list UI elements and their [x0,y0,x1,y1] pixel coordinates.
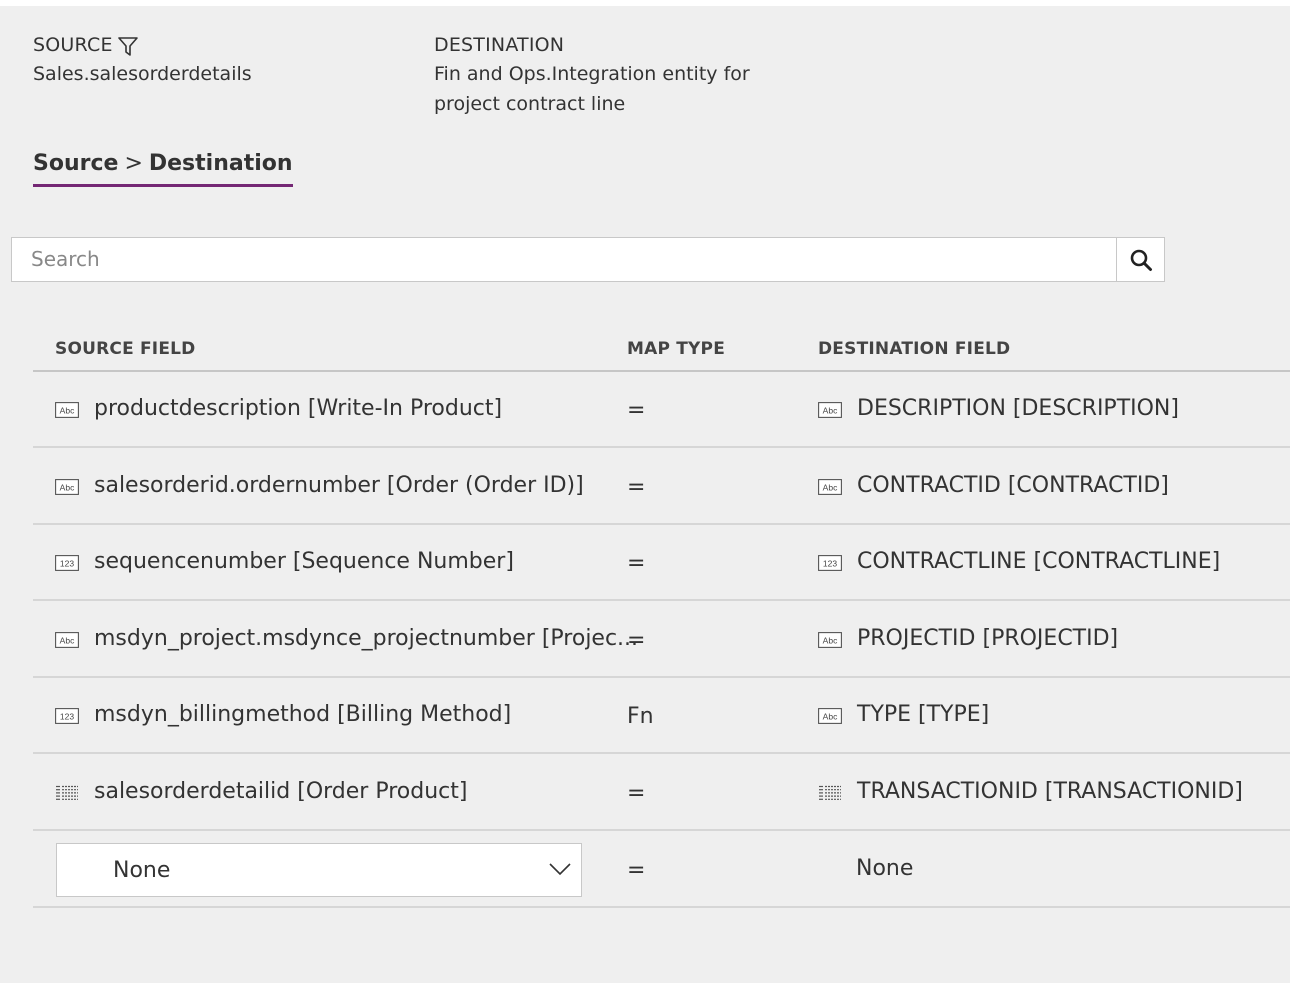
destination-field: DESCRIPTION [DESCRIPTION] [857,396,1179,421]
source-field-select[interactable]: None [56,843,582,897]
table-row[interactable]: 123 sequencenumber [Sequence Number] = 123 C… [33,525,1290,602]
svg-text:123: 123 [823,558,837,568]
mapping-panel: SOURCE Sales.salesorderdetails DESTINATI… [0,6,1290,983]
text-field-icon: Abc [818,478,842,495]
map-type: = [627,858,646,883]
destination-label: DESTINATION [434,34,565,56]
table-row[interactable]: 123 msdyn_billingmethod [Billing Method] F… [33,678,1290,755]
text-field-icon: Abc [55,402,79,418]
destination-field: TYPE [TYPE] [857,702,990,728]
svg-text:Abc: Abc [823,482,838,492]
source-label: SOURCE [33,34,113,56]
destination-entity-line1: Fin and Ops.Integration entity for [434,63,750,85]
source-field: salesorderdetailid [Order Product] [94,779,468,804]
source-field: msdyn_billingmethod [Billing Method] [94,702,512,728]
text-field-icon: Abc [818,631,842,648]
list-field-icon [56,785,78,800]
map-type[interactable]: = [627,628,645,653]
map-type[interactable]: = [627,781,645,806]
source-field: msdyn_project.msdynce_projectnumber [Pro… [94,625,639,651]
svg-text:123: 123 [60,712,74,722]
source-field: salesorderid.ordernumber [Order (Order I… [94,472,584,498]
breadcrumb-separator: > [124,151,143,176]
table-row[interactable]: Abc salesorderid.ordernumber [Order (Orde… [33,449,1290,525]
chevron-down-icon [549,863,571,876]
breadcrumb-source: Source [33,151,119,176]
breadcrumb-destination: Destination [148,151,293,176]
search-icon [1130,249,1152,271]
text-field-icon: Abc [818,708,842,725]
map-type[interactable]: = [627,398,645,423]
destination-field: PROJECTID [PROJECTID] [857,625,1119,651]
destination-entity-line2: project contract line [434,93,626,115]
column-header-source-field: SOURCE FIELD [55,339,196,359]
tab-source-destination[interactable]: Source > Destination [33,151,293,187]
search-input[interactable]: Search [11,237,1117,282]
list-field-icon [819,785,841,800]
text-field-icon: Abc [55,631,79,648]
search-button[interactable] [1116,237,1165,282]
map-type[interactable]: = [627,475,645,500]
table-row[interactable]: salesorderdetailid [Order Product] = TRANS… [33,755,1290,831]
destination-field: CONTRACTLINE [CONTRACTLINE] [857,549,1221,575]
destination-field: None [856,856,914,881]
destination-field: TRANSACTIONID [TRANSACTIONID] [857,779,1243,804]
svg-text:Abc: Abc [60,482,75,492]
source-field: sequencenumber [Sequence Number] [94,549,514,575]
number-field-icon: 123 [55,555,79,572]
svg-text:123: 123 [60,558,74,568]
table-row[interactable]: Abc productdescription [Write-In Product]… [33,372,1290,448]
map-type[interactable]: = [627,551,645,576]
column-header-destination-field: DESTINATION FIELD [818,339,1011,359]
svg-text:Abc: Abc [823,405,838,415]
svg-text:Abc: Abc [60,405,75,415]
source-entity: Sales.salesorderdetails [33,63,252,85]
table-row[interactable]: Abc msdyn_project.msdynce_projectnumber [… [33,602,1290,678]
filter-icon[interactable] [117,35,139,57]
table-row-new: None = None [33,832,1290,908]
column-header-map-type: MAP TYPE [627,339,726,359]
map-type[interactable]: Fn [627,704,654,729]
text-field-icon: Abc [818,402,842,418]
svg-text:Abc: Abc [60,635,75,645]
svg-text:Abc: Abc [823,712,838,722]
source-field-select-value: None [113,858,171,883]
number-field-icon: 123 [55,708,79,725]
destination-field: CONTRACTID [CONTRACTID] [857,472,1169,498]
number-field-icon: 123 [818,555,842,572]
text-field-icon: Abc [55,478,79,495]
source-field: productdescription [Write-In Product] [94,396,503,421]
svg-text:Abc: Abc [823,635,838,645]
